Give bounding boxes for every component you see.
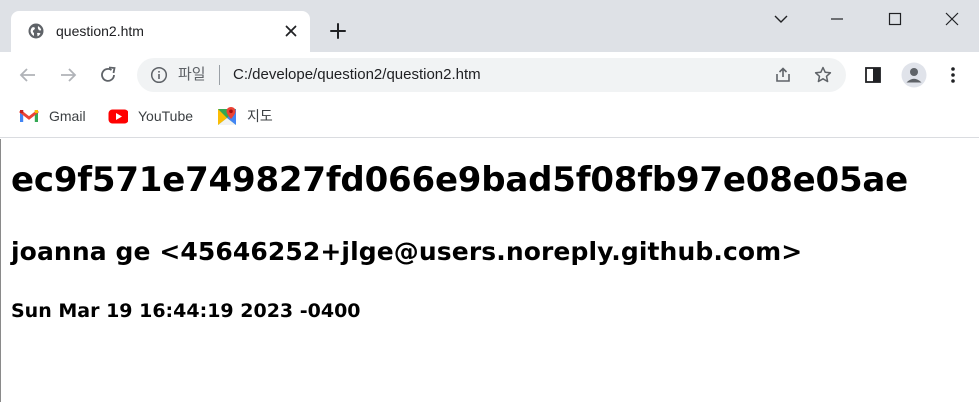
tab-question2[interactable]: question2.htm <box>11 11 310 52</box>
close-tab-icon[interactable] <box>283 23 299 39</box>
site-info-icon[interactable] <box>150 66 168 84</box>
omnibox-separator <box>219 65 220 85</box>
tab-strip: question2.htm <box>0 0 979 52</box>
browser-toolbar: 파일 C:/develope/question2/question2.htm <box>0 52 979 98</box>
bookmark-label: 지도 <box>247 108 273 124</box>
bookmark-label: YouTube <box>138 108 194 124</box>
bookmark-gmail[interactable]: Gmail <box>19 105 91 127</box>
bookmark-star-icon[interactable] <box>813 65 833 85</box>
commit-hash-heading: ec9f571e749827fd066e9bad5f08fb97e08e05ae <box>11 160 909 200</box>
youtube-icon <box>108 109 128 124</box>
bookmarks-bar: Gmail YouTube 지도 <box>0 98 979 138</box>
commit-author-heading: joanna ge <45646252+jlge@users.noreply.g… <box>11 237 803 266</box>
share-icon[interactable] <box>773 65 793 85</box>
side-panel-icon[interactable] <box>862 64 884 86</box>
forward-arrow-icon[interactable] <box>57 64 79 86</box>
reload-icon[interactable] <box>97 64 119 86</box>
maps-icon <box>218 107 236 125</box>
page-content: ec9f571e749827fd066e9bad5f08fb97e08e05ae… <box>0 139 979 402</box>
gmail-icon <box>19 109 39 122</box>
tab-title: question2.htm <box>56 23 144 39</box>
close-window-icon[interactable] <box>941 8 963 30</box>
address-bar[interactable]: 파일 C:/develope/question2/question2.htm <box>137 58 846 92</box>
minimize-icon[interactable] <box>826 8 848 30</box>
back-arrow-icon[interactable] <box>17 64 39 86</box>
tab-search-chevron-down-icon[interactable] <box>770 8 792 30</box>
bookmark-maps[interactable]: 지도 <box>217 105 279 127</box>
profile-avatar-icon[interactable] <box>901 62 927 88</box>
maximize-icon[interactable] <box>884 8 906 30</box>
menu-kebab-icon[interactable] <box>942 64 964 86</box>
globe-icon <box>28 23 44 39</box>
bookmark-label: Gmail <box>49 108 86 124</box>
url-text[interactable]: C:/develope/question2/question2.htm <box>233 66 481 84</box>
new-tab-icon[interactable] <box>328 21 348 41</box>
commit-date-heading: Sun Mar 19 16:44:19 2023 -0400 <box>11 300 361 322</box>
scheme-label: 파일 <box>178 66 206 83</box>
bookmark-youtube[interactable]: YouTube <box>108 105 200 127</box>
window-left-border <box>0 139 1 402</box>
